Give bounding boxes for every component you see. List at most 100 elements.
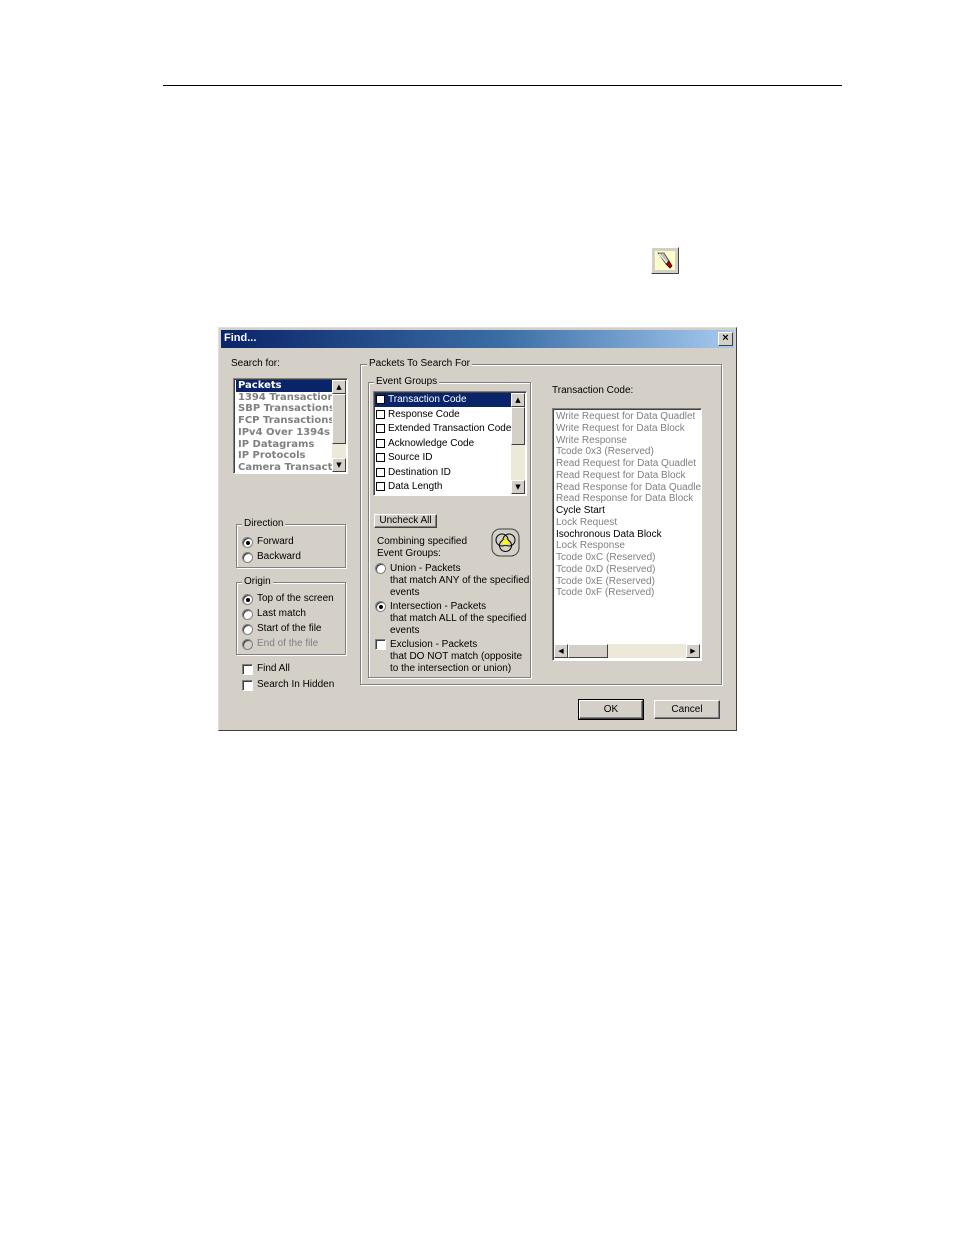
scroll-thumb[interactable] <box>511 407 525 445</box>
event-group-checkbox[interactable] <box>376 424 385 433</box>
find-toolbar-button[interactable] <box>651 247 679 274</box>
transaction-code-item[interactable]: Lock Response <box>556 540 625 552</box>
event-group-item[interactable]: Destination ID <box>375 466 511 480</box>
uncheck-all-button[interactable]: Uncheck All <box>374 514 437 528</box>
last-match-radio[interactable] <box>242 609 253 620</box>
event-group-label: Acknowledge Code <box>388 437 475 449</box>
event-group-item[interactable]: Acknowledge Code <box>375 437 511 451</box>
venn-diagram-icon <box>491 528 520 557</box>
exclusion-label: Exclusion - Packets <box>390 639 478 650</box>
forward-radio[interactable] <box>242 537 253 548</box>
scroll-thumb[interactable] <box>332 394 346 444</box>
intersection-label: Intersection - Packets <box>390 601 487 612</box>
last-match-label: Last match <box>257 608 306 619</box>
end-of-file-label: End of the file <box>257 638 319 649</box>
scroll-right-button[interactable]: ▶ <box>686 644 700 658</box>
packets-to-search-title: Packets To Search For <box>367 358 472 369</box>
transaction-code-item[interactable]: Tcode 0x3 (Reserved) <box>556 446 654 458</box>
search-hidden-checkbox[interactable] <box>242 680 253 691</box>
transaction-code-label: Transaction Code: <box>552 385 634 396</box>
exclusion-checkbox[interactable] <box>375 639 386 650</box>
cancel-label: Cancel <box>671 704 703 715</box>
top-of-screen-radio[interactable] <box>242 594 253 605</box>
search-for-item[interactable]: SBP Transactions <box>236 403 334 415</box>
transaction-code-item[interactable]: Read Request for Data Quadlet <box>556 458 696 470</box>
event-group-checkbox[interactable] <box>376 467 385 477</box>
search-for-item[interactable]: 1394 Transactions <box>236 392 334 404</box>
uncheck-all-label: Uncheck All <box>379 515 432 526</box>
find-flashlight-icon <box>655 251 675 270</box>
search-for-listbox[interactable]: Packets 1394 Transactions SBP Transactions… <box>233 378 348 474</box>
search-for-item[interactable]: FCP Transactions <box>236 415 334 427</box>
dialog-title: Find... <box>224 332 257 344</box>
union-desc: that match ANY of the specified <box>390 575 530 586</box>
transaction-code-item[interactable]: Tcode 0xD (Reserved) <box>556 564 655 576</box>
event-group-checkbox[interactable] <box>376 409 385 419</box>
backward-radio[interactable] <box>242 552 253 563</box>
event-groups-scrollbar[interactable]: ▲ ▼ <box>511 393 525 494</box>
transaction-code-hscrollbar[interactable]: ◀ ▶ <box>554 644 700 658</box>
event-group-checkbox[interactable] <box>376 453 385 462</box>
search-for-item[interactable]: Packets <box>236 380 334 392</box>
search-for-item[interactable]: Camera Transactio <box>236 462 334 473</box>
transaction-code-item[interactable]: Cycle Start <box>556 505 605 517</box>
event-groups-title: Event Groups <box>374 376 440 387</box>
event-group-item[interactable]: Transaction Code <box>375 393 511 407</box>
search-for-label: Search for: <box>231 358 280 369</box>
ok-button[interactable]: OK <box>578 699 644 720</box>
scroll-left-button[interactable]: ◀ <box>554 644 568 658</box>
start-of-file-radio[interactable] <box>242 624 253 635</box>
transaction-code-item[interactable]: Write Request for Data Quadlet <box>556 411 695 423</box>
start-of-file-label: Start of the file <box>257 623 322 634</box>
transaction-code-item[interactable]: Write Request for Data Block <box>556 423 685 435</box>
transaction-code-item[interactable]: Tcode 0xE (Reserved) <box>556 576 655 588</box>
transaction-code-item[interactable]: Lock Request <box>556 517 617 529</box>
close-button[interactable]: × <box>718 332 733 346</box>
intersection-radio[interactable] <box>375 601 386 612</box>
dialog-titlebar: Find... × <box>221 330 734 348</box>
scroll-down-button[interactable]: ▼ <box>511 480 525 494</box>
transaction-code-item[interactable]: Read Response for Data Block <box>556 493 693 505</box>
event-group-label: Transaction Code <box>388 394 467 405</box>
scroll-down-button[interactable]: ▼ <box>332 458 346 472</box>
scroll-thumb[interactable] <box>568 644 608 658</box>
transaction-code-item[interactable]: Write Response <box>556 435 627 447</box>
transaction-code-item[interactable]: Read Response for Data Quadlet <box>556 482 701 494</box>
search-for-item[interactable]: IPv4 Over 1394s <box>236 427 334 439</box>
transaction-code-item[interactable]: Tcode 0xC (Reserved) <box>556 552 655 564</box>
exclusion-desc-2: to the intersection or union) <box>390 663 512 674</box>
event-group-item[interactable]: Response Code <box>375 408 511 422</box>
union-radio[interactable] <box>375 563 386 574</box>
exclusion-desc: that DO NOT match (opposite <box>390 651 523 662</box>
backward-label: Backward <box>257 551 301 562</box>
event-group-item[interactable]: Extended Transaction Code <box>375 422 511 436</box>
search-for-item[interactable]: IP Datagrams <box>236 439 334 451</box>
event-group-label: Response Code <box>388 408 460 420</box>
find-dialog: Find... × Search for: Packets 1394 Transa… <box>218 327 737 731</box>
event-group-item[interactable]: Data Length <box>375 480 511 494</box>
event-group-item[interactable]: Source ID <box>375 451 511 465</box>
find-all-checkbox[interactable] <box>242 664 253 675</box>
transaction-code-item[interactable]: Read Request for Data Block <box>556 470 686 482</box>
scroll-up-button[interactable]: ▲ <box>332 380 346 394</box>
event-group-label: Extended Transaction Code <box>388 423 512 434</box>
close-icon: × <box>722 332 729 344</box>
search-for-scrollbar[interactable]: ▲ ▼ <box>332 380 346 472</box>
end-of-file-radio <box>242 639 253 650</box>
cancel-button[interactable]: Cancel <box>654 700 720 719</box>
top-of-screen-label: Top of the screen <box>257 593 334 604</box>
event-group-checkbox[interactable] <box>376 438 385 448</box>
event-group-checkbox[interactable] <box>376 482 385 491</box>
union-label: Union - Packets <box>390 563 461 574</box>
scroll-up-button[interactable]: ▲ <box>511 393 525 407</box>
page-header-rule <box>163 85 842 86</box>
event-group-checkbox[interactable] <box>376 395 385 404</box>
search-for-item[interactable]: IP Protocols <box>236 450 334 462</box>
search-hidden-label: Search In Hidden <box>257 679 335 690</box>
transaction-code-item[interactable]: Tcode 0xF (Reserved) <box>556 587 654 599</box>
transaction-code-item[interactable]: Isochronous Data Block <box>556 529 662 541</box>
transaction-code-listbox[interactable]: Write Request for Data Quadlet Write Requ… <box>552 408 702 661</box>
intersection-desc-2: events <box>390 625 420 636</box>
event-groups-listbox[interactable]: Transaction Code Response Code Extended Tr… <box>373 391 527 496</box>
forward-label: Forward <box>257 536 294 547</box>
